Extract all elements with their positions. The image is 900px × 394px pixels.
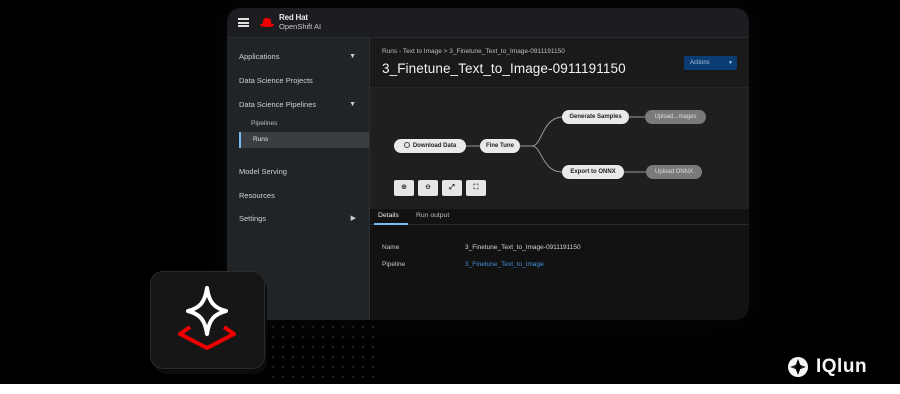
tab-run-output[interactable]: Run output <box>416 209 449 225</box>
caret-down-icon: ▼ <box>349 53 356 60</box>
actions-label: Actions <box>690 60 710 66</box>
sidebar-item-settings[interactable]: Settings ▶ <box>227 210 370 228</box>
sidebar-item-label: Settings <box>239 214 267 223</box>
fit-to-screen-icon[interactable]: ⤢ <box>442 180 462 196</box>
brand-product: OpenShift AI <box>279 22 322 31</box>
actions-button[interactable]: Actions ▼ <box>684 56 737 70</box>
zoom-in-icon[interactable]: ⊕ <box>394 180 414 196</box>
caret-right-icon: ▶ <box>350 215 356 222</box>
hamburger-icon[interactable] <box>238 18 249 27</box>
masthead: Red Hat OpenShift AI <box>227 8 749 38</box>
page-title: 3_Finetune_Text_to_Image-0911191150 <box>382 61 626 76</box>
openshift-ai-logo-icon <box>178 286 236 350</box>
zoom-out-icon[interactable]: ⊖ <box>418 180 438 196</box>
tab-active-indicator <box>374 223 408 225</box>
page-header: Runs - Text to Image > 3_Finetune_Text_t… <box>370 38 749 88</box>
sidebar-item-label: Applications <box>239 52 280 61</box>
caret-down-icon: ▼ <box>728 60 733 66</box>
expand-icon[interactable]: ⛶ <box>466 180 486 196</box>
detail-label-pipeline: Pipeline <box>382 261 406 268</box>
detail-value-pipeline-link[interactable]: 3_Finetune_Text_to_Image <box>465 261 544 268</box>
sidebar-item-applications[interactable]: Applications ▼ <box>227 48 370 66</box>
caret-down-icon: ▼ <box>349 101 356 108</box>
openshift-ai-logo-tile <box>151 272 264 368</box>
watermark-logo-icon <box>788 357 808 377</box>
breadcrumb[interactable]: Runs - Text to Image > 3_Finetune_Text_t… <box>382 48 565 55</box>
watermark: IQlun <box>787 356 867 378</box>
red-hat-icon <box>260 17 274 27</box>
sidebar-item-data-science-pipelines[interactable]: Data Science Pipelines ▼ <box>227 96 370 114</box>
main-content: Runs - Text to Image > 3_Finetune_Text_t… <box>370 38 749 320</box>
watermark-text: IQlun <box>816 356 868 377</box>
node-generate-samples[interactable]: Generate Samples <box>562 110 629 124</box>
sidebar-item-label: Model Serving <box>239 167 287 176</box>
node-upload-images[interactable]: Upload...mages <box>645 110 706 124</box>
node-upload-onnx[interactable]: Upload ONNX <box>646 165 702 179</box>
tab-bar: Details Run output <box>370 209 749 225</box>
pipeline-graph: Download Data Fine Tune Generate Samples… <box>370 88 749 209</box>
sidebar-item-label: Data Science Projects <box>239 76 313 85</box>
node-fine-tune[interactable]: Fine Tune <box>480 139 520 153</box>
running-icon <box>403 142 410 148</box>
sidebar-subitem-pipelines[interactable]: Pipelines <box>239 116 369 132</box>
sidebar-item-data-science-projects[interactable]: Data Science Projects <box>227 72 370 90</box>
sidebar-subitem-label: Pipelines <box>251 120 278 127</box>
decorative-dot-grid <box>268 322 378 378</box>
sidebar-item-label: Resources <box>239 191 275 200</box>
sidebar-item-resources[interactable]: Resources <box>227 187 370 205</box>
sidebar-item-label: Data Science Pipelines <box>239 100 317 109</box>
detail-label-name: Name <box>382 244 400 251</box>
detail-value-name: 3_Finetune_Text_to_Image-0911191150 <box>465 244 581 251</box>
sidebar-subitem-label: Runs <box>253 136 269 143</box>
brand-logo[interactable]: Red Hat OpenShift AI <box>260 13 321 31</box>
sidebar-item-model-serving[interactable]: Model Serving <box>227 163 370 181</box>
app-window: Red Hat OpenShift AI Applications ▼ Data… <box>227 8 749 320</box>
bottom-strip <box>0 384 900 394</box>
sidebar-subitem-runs[interactable]: Runs <box>239 132 369 148</box>
node-export-to-onnx[interactable]: Export to ONNX <box>562 165 624 179</box>
node-download-data[interactable]: Download Data <box>394 139 466 153</box>
brand-name: Red Hat <box>279 13 308 22</box>
